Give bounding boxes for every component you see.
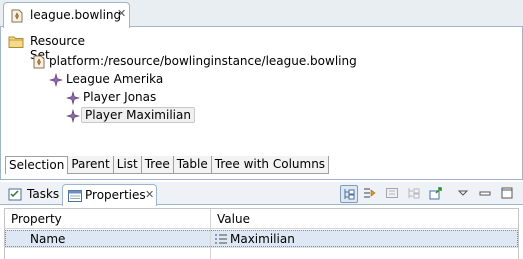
tab-tasks[interactable]: Tasks bbox=[5, 184, 60, 204]
table-header: Property Value bbox=[5, 209, 518, 229]
close-icon[interactable]: ✕ bbox=[145, 188, 154, 201]
restore-default-icon[interactable] bbox=[406, 185, 424, 203]
close-icon[interactable]: ✕ bbox=[117, 7, 126, 20]
show-advanced-icon[interactable] bbox=[362, 185, 380, 203]
bowling-file-icon bbox=[32, 55, 46, 72]
table-row-empty bbox=[5, 247, 518, 259]
minimize-icon[interactable] bbox=[477, 185, 495, 203]
view-menu-icon[interactable] bbox=[455, 185, 473, 203]
tab-tasks-label: Tasks bbox=[27, 187, 60, 201]
emf-object-icon bbox=[65, 90, 81, 108]
pin-icon[interactable] bbox=[428, 185, 446, 203]
property-value-cell[interactable]: Maximilian bbox=[230, 232, 295, 246]
show-categories-icon[interactable] bbox=[340, 185, 358, 203]
tab-properties[interactable]: Properties ✕ bbox=[62, 184, 157, 206]
toolbar-separator bbox=[450, 187, 451, 201]
editor-tab-bar: league.bowling ✕ bbox=[0, 0, 523, 28]
properties-view: Tasks Properties ✕ Property Value Name M… bbox=[0, 182, 523, 259]
filter-icon[interactable] bbox=[384, 185, 402, 203]
bottom-tab-bar: Tasks Properties ✕ bbox=[0, 182, 523, 206]
maximize-icon[interactable] bbox=[499, 185, 517, 203]
property-name-cell: Name bbox=[30, 232, 66, 246]
subtab-list[interactable]: List bbox=[113, 156, 142, 174]
editor-tab-label: league.bowling bbox=[30, 8, 122, 22]
table-row[interactable]: Name Maximilian bbox=[5, 230, 518, 247]
folder-icon bbox=[8, 35, 24, 52]
tab-properties-label: Properties bbox=[85, 188, 146, 202]
subtab-selection[interactable]: Selection bbox=[5, 156, 69, 174]
properties-toolbar bbox=[340, 185, 517, 203]
editor-tab[interactable]: league.bowling ✕ bbox=[3, 2, 130, 28]
emf-object-icon bbox=[48, 72, 64, 90]
emf-object-icon bbox=[65, 108, 81, 126]
viewer-subtabs: Selection Parent List Tree Table Tree wi… bbox=[5, 156, 330, 174]
properties-icon bbox=[68, 190, 82, 205]
tree-item-label: League Amerika bbox=[66, 72, 164, 86]
tree-item-label: Player Jonas bbox=[83, 90, 157, 104]
properties-table: Property Value Name Maximilian bbox=[4, 208, 519, 259]
editor-view: league.bowling ✕ Resource Set platform:/… bbox=[0, 0, 523, 180]
tree-item-label: platform:/resource/bowlinginstance/leagu… bbox=[49, 54, 357, 68]
tasks-icon bbox=[8, 188, 22, 204]
bowling-file-icon bbox=[10, 9, 24, 26]
subtab-parent[interactable]: Parent bbox=[68, 156, 114, 174]
subtab-tree[interactable]: Tree bbox=[141, 156, 174, 174]
column-divider[interactable] bbox=[210, 209, 211, 259]
subtab-tree-with-columns[interactable]: Tree with Columns bbox=[211, 156, 330, 174]
tree-item-label: Player Maximilian bbox=[81, 107, 195, 123]
text-field-icon bbox=[214, 233, 228, 248]
column-header-value[interactable]: Value bbox=[217, 212, 250, 226]
subtab-table[interactable]: Table bbox=[173, 156, 212, 174]
column-header-property[interactable]: Property bbox=[11, 212, 62, 226]
